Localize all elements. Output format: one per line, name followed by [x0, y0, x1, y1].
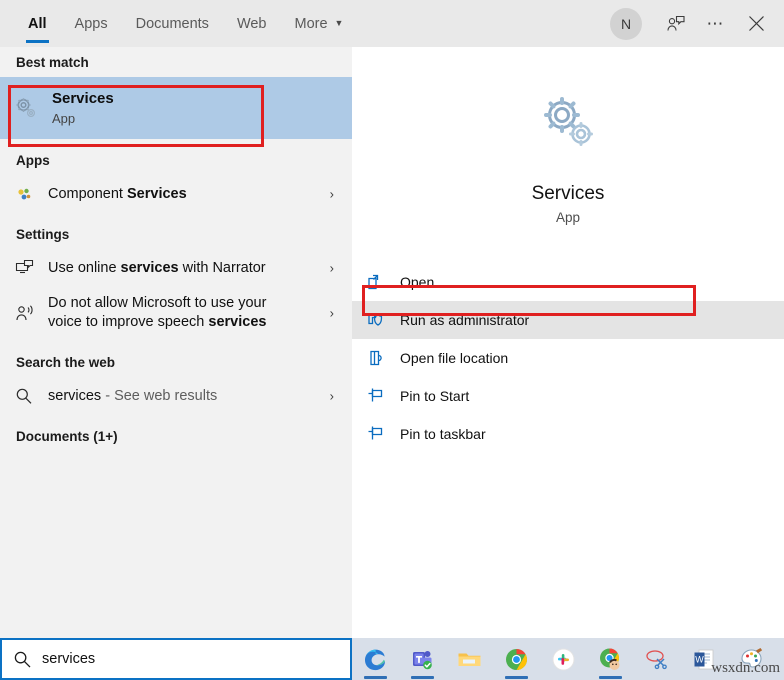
taskbar-active-indicator	[505, 676, 528, 679]
result-label-pre: Use online	[48, 259, 121, 276]
search-filter-tabbar: All Apps Documents Web More ▼ N ⋯	[0, 0, 784, 47]
voice-person-icon	[0, 304, 48, 323]
filter-tabs: All Apps Documents Web More ▼	[14, 0, 357, 47]
tab-documents-label: Documents	[135, 15, 209, 32]
gears-icon	[352, 83, 784, 161]
taskbar-search-box[interactable]: services	[0, 638, 352, 680]
taskbar-item-edge[interactable]	[352, 638, 399, 680]
section-header-apps: Apps	[16, 152, 50, 168]
avatar-initial: N	[620, 15, 632, 32]
tab-all[interactable]: All	[14, 0, 61, 47]
topbar-right-controls: N ⋯	[596, 0, 784, 47]
open-external-icon	[352, 273, 400, 291]
component-services-icon	[0, 186, 48, 203]
narrator-screen-icon	[0, 259, 48, 278]
search-input[interactable]: services	[42, 651, 95, 667]
start-menu-search-screen: All Apps Documents Web More ▼ N ⋯ Best m…	[0, 0, 784, 680]
result-label-match: Services	[127, 185, 187, 202]
avatar[interactable]: N	[610, 7, 642, 40]
tab-more[interactable]: More ▼	[281, 0, 358, 47]
taskbar-item-file-explorer[interactable]	[446, 638, 493, 680]
web-result-query: services	[48, 387, 102, 404]
tab-all-label: All	[28, 15, 47, 32]
preview-app-name: Services	[531, 183, 605, 204]
taskbar-active-indicator	[364, 676, 387, 679]
action-open-file-location-label: Open file location	[400, 350, 509, 366]
action-open-file-location[interactable]: Open file location	[352, 339, 784, 377]
close-icon[interactable]	[736, 0, 776, 47]
result-label-line1: Do not allow Microsoft to use your	[48, 295, 267, 311]
action-run-as-administrator-label: Run as administrator	[400, 312, 530, 328]
ellipsis-icon[interactable]: ⋯	[696, 0, 736, 47]
search-icon	[0, 387, 48, 405]
action-open-label: Open	[400, 274, 435, 290]
shield-icon	[352, 311, 400, 329]
result-component-services[interactable]: Component Services ›	[0, 175, 352, 213]
result-best-match-services[interactable]: Services App	[0, 77, 352, 139]
best-match-subtitle: App	[52, 110, 76, 126]
taskbar-item-chrome-profile[interactable]	[587, 638, 634, 680]
section-header-documents: Documents (1+)	[16, 428, 118, 444]
chevron-right-icon[interactable]: ›	[330, 306, 334, 321]
taskbar-item-snipping-tool[interactable]	[634, 638, 681, 680]
section-header-settings: Settings	[16, 226, 70, 242]
result-web-search-services[interactable]: services - See web results ›	[0, 377, 352, 415]
chevron-right-icon[interactable]: ›	[330, 261, 334, 276]
result-use-online-services-narrator[interactable]: Use online services with Narrator ›	[0, 249, 352, 287]
tab-apps[interactable]: Apps	[61, 0, 122, 47]
action-pin-to-taskbar-label: Pin to taskbar	[400, 426, 486, 442]
app-actions-list: Open Run as administrator Open file loca…	[352, 263, 784, 453]
result-do-not-allow-speech-services[interactable]: Do not allow Microsoft to use your voice…	[0, 287, 352, 339]
taskbar-item-chrome[interactable]	[493, 638, 540, 680]
section-header-search-the-web: Search the web	[16, 354, 116, 370]
result-label-match: services	[208, 314, 267, 330]
pin-icon	[352, 387, 400, 405]
pin-icon	[352, 425, 400, 443]
tab-documents[interactable]: Documents	[122, 0, 223, 47]
gears-icon	[0, 95, 52, 121]
taskbar-item-teams[interactable]	[399, 638, 446, 680]
result-label-match: services	[120, 259, 179, 276]
action-open[interactable]: Open	[352, 263, 784, 301]
tab-more-label: More	[294, 15, 328, 32]
tab-active-underline	[26, 40, 49, 43]
result-label-post: with Narrator	[178, 259, 266, 276]
tab-apps-label: Apps	[74, 15, 108, 32]
web-result-suffix: - See web results	[101, 387, 218, 404]
watermark: wsxdn.com	[711, 660, 780, 676]
chevron-right-icon[interactable]: ›	[330, 187, 334, 202]
taskbar-item-slack[interactable]	[540, 638, 587, 680]
section-header-best-match: Best match	[16, 54, 89, 70]
action-pin-to-start[interactable]: Pin to Start	[352, 377, 784, 415]
taskbar: W wsxdn.com	[352, 638, 784, 680]
tab-web-label: Web	[236, 15, 267, 32]
action-run-as-administrator[interactable]: Run as administrator	[352, 301, 784, 339]
folder-file-icon	[352, 349, 400, 367]
search-results-pane: Best match Services App Apps Component S…	[0, 47, 352, 638]
app-preview-pane: Services App Open Run as administrator O…	[352, 47, 784, 638]
taskbar-active-indicator	[411, 676, 434, 679]
app-preview-header: Services App	[352, 47, 784, 225]
svg-text:W: W	[695, 654, 704, 664]
best-match-title: Services	[52, 89, 114, 107]
chevron-right-icon[interactable]: ›	[330, 389, 334, 404]
preview-app-kind: App	[555, 210, 581, 225]
search-icon	[2, 650, 42, 669]
action-pin-to-taskbar[interactable]: Pin to taskbar	[352, 415, 784, 453]
tab-web[interactable]: Web	[223, 0, 281, 47]
action-pin-to-start-label: Pin to Start	[400, 388, 470, 404]
result-label-line2: voice to improve speech	[48, 314, 209, 330]
chevron-down-icon: ▼	[334, 18, 344, 28]
person-feedback-icon[interactable]	[656, 0, 696, 47]
taskbar-active-indicator	[599, 676, 622, 679]
result-label-pre: Component	[48, 185, 127, 202]
